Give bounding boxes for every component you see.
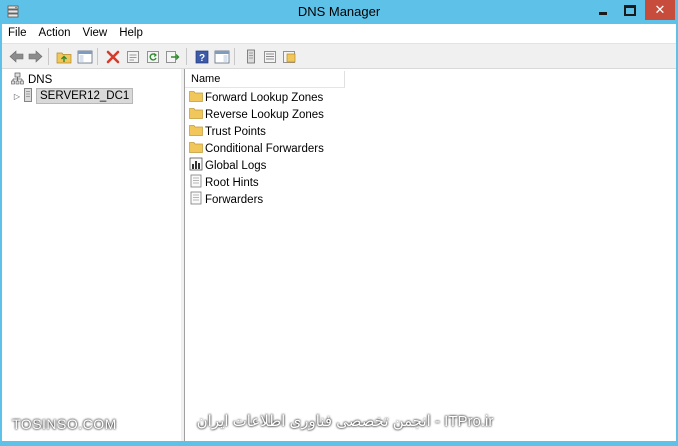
- expand-chevron-icon[interactable]: ▷: [14, 92, 20, 101]
- list-item-label: Conditional Forwarders: [205, 142, 324, 155]
- menu-action[interactable]: Action: [33, 24, 77, 43]
- toolbar-separator: [186, 48, 187, 65]
- list-item-label: Forwarders: [205, 193, 264, 206]
- list-item[interactable]: Forwarders: [189, 191, 263, 208]
- watermark-left: TOSINSO.COM: [12, 416, 117, 432]
- new-zone-icon[interactable]: [281, 48, 298, 65]
- back-arrow-icon[interactable]: [8, 48, 25, 65]
- document-icon: [189, 191, 203, 208]
- up-folder-icon[interactable]: [55, 48, 72, 65]
- toolbar-separator: [234, 48, 235, 65]
- tree-item-dns[interactable]: DNS: [11, 72, 52, 88]
- tree-item-server[interactable]: ▷ SERVER12_DC1: [14, 87, 134, 105]
- log-icon: [189, 157, 203, 174]
- list-item-label: Root Hints: [205, 176, 259, 189]
- list-item-label: Trust Points: [205, 125, 266, 138]
- minimize-button[interactable]: [590, 0, 616, 20]
- delete-icon[interactable]: [104, 48, 121, 65]
- toolbar: ?: [2, 43, 676, 69]
- forward-arrow-icon[interactable]: [27, 48, 44, 65]
- close-button[interactable]: ✕: [645, 0, 675, 20]
- list-item[interactable]: Root Hints: [189, 174, 259, 191]
- folder-icon: [189, 90, 203, 105]
- details-pane[interactable]: Name Forward Lookup Zones Reverse Lookup…: [185, 69, 676, 441]
- document-icon: [189, 174, 203, 191]
- column-header-name[interactable]: Name: [185, 71, 345, 88]
- window-title: DNS Manager: [297, 4, 381, 19]
- list-item[interactable]: Global Logs: [189, 157, 266, 174]
- watermark-right: ITPro.ir - انجمن تخصصی فناوری اطلاعات ای…: [196, 413, 494, 430]
- title-bar[interactable]: DNS Manager ✕: [0, 0, 678, 24]
- menu-help[interactable]: Help: [113, 24, 149, 43]
- menu-bar: File Action View Help: [2, 24, 676, 43]
- server-icon[interactable]: [242, 48, 259, 65]
- show-action-pane-icon[interactable]: [213, 48, 230, 65]
- dns-root-icon: [11, 72, 24, 88]
- svg-text:?: ?: [198, 53, 204, 64]
- list-item[interactable]: Conditional Forwarders: [189, 140, 324, 157]
- list-item-label: Global Logs: [205, 159, 267, 172]
- list-item-label: Forward Lookup Zones: [205, 91, 324, 104]
- folder-icon: [189, 141, 203, 156]
- tree-label-server: SERVER12_DC1: [36, 88, 134, 104]
- help-icon[interactable]: ?: [193, 48, 210, 65]
- list-item[interactable]: Trust Points: [189, 123, 266, 140]
- properties-icon[interactable]: [124, 48, 141, 65]
- maximize-button[interactable]: [617, 0, 643, 20]
- folder-icon: [189, 107, 203, 122]
- list-item-label: Reverse Lookup Zones: [205, 108, 324, 121]
- tree-label-dns: DNS: [28, 74, 53, 86]
- list-item[interactable]: Forward Lookup Zones: [189, 89, 323, 106]
- menu-view[interactable]: View: [77, 24, 114, 43]
- list-view-icon[interactable]: [261, 48, 278, 65]
- maximize-icon: [624, 4, 636, 16]
- toolbar-separator: [48, 48, 49, 65]
- close-icon: ✕: [654, 2, 666, 17]
- export-list-icon[interactable]: [164, 48, 181, 65]
- content-area: DNS ▷ SERVER12_DC1 Name Forward Lookup Z…: [2, 69, 676, 441]
- console-tree[interactable]: DNS ▷ SERVER12_DC1: [5, 69, 182, 441]
- list-item[interactable]: Reverse Lookup Zones: [189, 106, 324, 123]
- minimize-icon: [599, 11, 607, 15]
- server-icon: [23, 87, 33, 105]
- folder-icon: [189, 124, 203, 139]
- refresh-icon[interactable]: [144, 48, 161, 65]
- dns-manager-window: DNS Manager ✕ File Action View Help ? DN…: [0, 0, 678, 446]
- show-hide-console-tree-icon[interactable]: [76, 48, 93, 65]
- toolbar-separator: [97, 48, 98, 65]
- menu-file[interactable]: File: [2, 24, 33, 43]
